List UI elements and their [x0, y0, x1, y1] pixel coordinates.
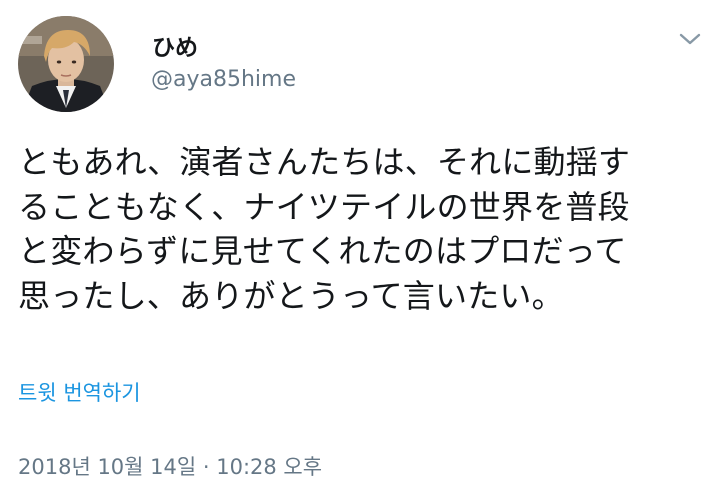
profile-photo [18, 16, 114, 112]
display-name[interactable]: ひめ [152, 34, 198, 62]
tweet-timestamp[interactable]: 2018년 10월 14일 · 10:28 오후 [18, 452, 322, 482]
avatar[interactable] [18, 16, 114, 112]
chevron-down-icon[interactable] [672, 24, 708, 54]
tweet-text: ともあれ、演者さんたちは、それに動揺す ることもなく、ナイツテイルの世界を普段 … [18, 143, 631, 315]
user-handle[interactable]: @aya85hime [151, 66, 296, 94]
translate-tweet-link[interactable]: 트윗 번역하기 [18, 378, 141, 408]
